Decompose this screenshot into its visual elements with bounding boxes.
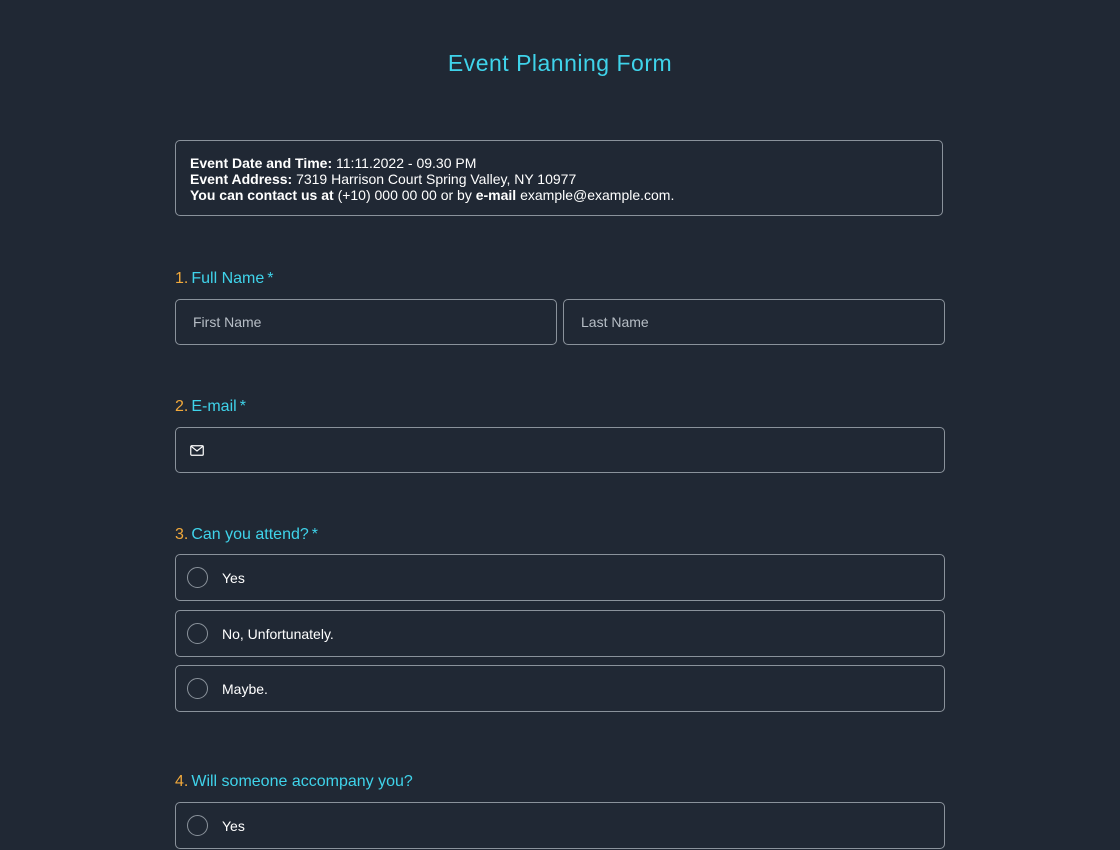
- attend-option-no[interactable]: No, Unfortunately.: [175, 610, 945, 657]
- contact-label: You can contact us at: [190, 187, 334, 203]
- attend-option-maybe[interactable]: Maybe.: [175, 665, 945, 712]
- question-email-label: 2. E-mail *: [175, 398, 246, 416]
- event-date-value: 11:11.2022 - 09.30 PM: [336, 155, 477, 171]
- event-date-line: Event Date and Time: 11:11.2022 - 09.30 …: [190, 155, 928, 171]
- option-label: Yes: [222, 569, 245, 586]
- question-number: 2.: [175, 398, 189, 415]
- option-label: Yes: [222, 817, 245, 834]
- option-label: No, Unfortunately.: [222, 625, 334, 642]
- event-address-value: 7319 Harrison Court Spring Valley, NY 10…: [296, 171, 577, 187]
- radio-button[interactable]: [187, 815, 208, 836]
- question-accompany-label: 4. Will someone accompany you?: [175, 773, 413, 791]
- question-attend-label: 3. Can you attend? *: [175, 526, 318, 544]
- question-number: 4.: [175, 773, 189, 790]
- event-info-box: Event Date and Time: 11:11.2022 - 09.30 …: [175, 140, 943, 216]
- event-address-line: Event Address: 7319 Harrison Court Sprin…: [190, 171, 928, 187]
- contact-phone: (+10) 000 00 00 or by: [337, 187, 472, 203]
- question-text: Will someone accompany you?: [191, 773, 413, 790]
- contact-line: You can contact us at (+10) 000 00 00 or…: [190, 187, 928, 203]
- question-number: 3.: [175, 526, 189, 543]
- envelope-icon: [190, 444, 204, 456]
- contact-email: example@example.com.: [520, 187, 675, 203]
- email-field[interactable]: [175, 427, 945, 473]
- event-date-label: Event Date and Time:: [190, 155, 333, 171]
- radio-button[interactable]: [187, 623, 208, 644]
- first-name-field[interactable]: [175, 299, 557, 345]
- question-full-name-label: 1. Full Name *: [175, 270, 273, 288]
- option-label: Maybe.: [222, 680, 268, 697]
- attend-option-yes[interactable]: Yes: [175, 554, 945, 601]
- required-marker: *: [239, 398, 246, 415]
- contact-email-label: e-mail: [475, 187, 517, 203]
- radio-button[interactable]: [187, 678, 208, 699]
- email-input[interactable]: [204, 442, 944, 458]
- accompany-option-yes[interactable]: Yes: [175, 802, 945, 849]
- form-title: Event Planning Form: [447, 50, 673, 76]
- event-address-label: Event Address:: [190, 171, 293, 187]
- question-text: Can you attend?: [191, 526, 309, 543]
- last-name-input[interactable]: [564, 314, 944, 330]
- required-marker: *: [311, 526, 318, 543]
- radio-button[interactable]: [187, 567, 208, 588]
- question-number: 1.: [175, 270, 189, 287]
- first-name-input[interactable]: [176, 314, 556, 330]
- required-marker: *: [267, 270, 274, 287]
- question-text: E-mail: [191, 398, 237, 415]
- question-text: Full Name: [191, 270, 265, 287]
- last-name-field[interactable]: [563, 299, 945, 345]
